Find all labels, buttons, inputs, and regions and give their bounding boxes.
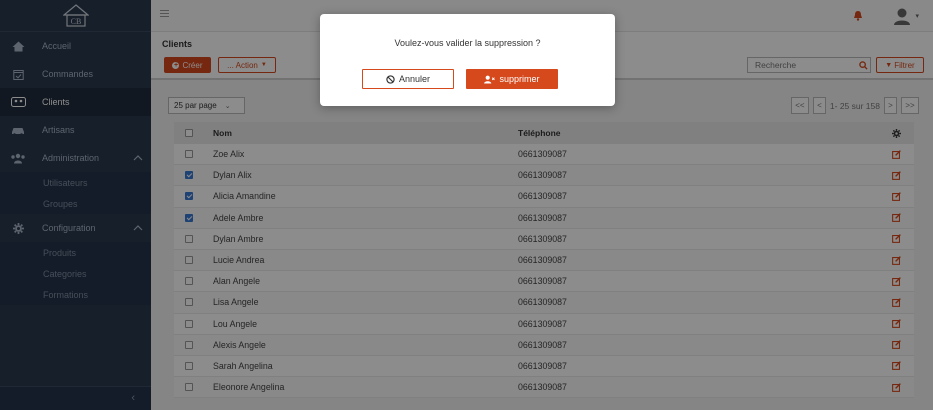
cancel-button[interactable]: Annuler <box>362 69 454 89</box>
ban-icon <box>386 74 395 84</box>
delete-label: supprimer <box>499 74 540 84</box>
user-remove-icon <box>484 75 496 84</box>
delete-button[interactable]: supprimer <box>466 69 558 89</box>
cancel-label: Annuler <box>398 74 431 84</box>
dialog-message: Voulez-vous valider la suppression ? <box>394 38 541 48</box>
delete-confirm-dialog: Voulez-vous valider la suppression ? Ann… <box>320 14 615 106</box>
